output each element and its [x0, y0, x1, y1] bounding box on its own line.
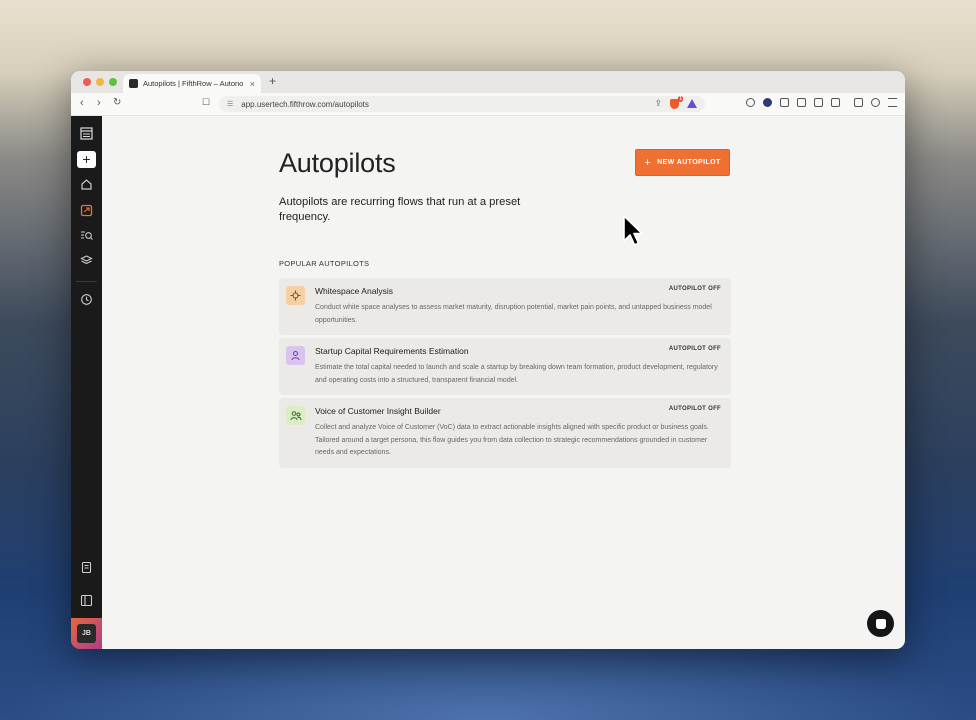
window-controls — [83, 78, 117, 86]
autopilot-status: AUTOPILOT OFF — [668, 346, 721, 352]
autopilot-status: AUTOPILOT OFF — [668, 286, 721, 292]
back-icon[interactable]: ‹ — [80, 97, 84, 109]
extension-icon[interactable] — [814, 98, 823, 107]
extension-icon[interactable] — [797, 98, 806, 107]
url-text: app.usertech.fifthrow.com/autopilots — [241, 99, 369, 109]
tab-title: Autopilots | FifthRow – Autono — [143, 79, 244, 88]
extension-icon[interactable] — [780, 98, 789, 107]
close-window-button[interactable] — [83, 78, 91, 86]
shield-badge: 1 — [678, 95, 683, 102]
people-icon — [286, 406, 305, 425]
target-icon — [286, 286, 305, 305]
browser-tab[interactable]: Autopilots | FifthRow – Autono × — [123, 74, 261, 93]
reload-icon[interactable]: ↻ — [113, 97, 121, 108]
extension-toolbar — [746, 98, 897, 107]
mouse-cursor-icon — [623, 215, 643, 246]
page-title: Autopilots — [279, 148, 396, 178]
maximize-window-button[interactable] — [109, 78, 117, 86]
home-icon[interactable] — [80, 178, 93, 191]
brave-rewards-icon[interactable] — [687, 99, 697, 108]
autopilot-card[interactable]: Startup Capital Requirements Estimation … — [279, 338, 731, 395]
browser-window: Autopilots | FifthRow – Autono × + ‹ › ↻… — [71, 71, 905, 649]
bookmark-icon[interactable]: ☐ — [202, 97, 210, 108]
tab-close-icon[interactable]: × — [250, 79, 255, 89]
extension-icon[interactable] — [746, 98, 755, 107]
plus-icon[interactable]: + — [77, 151, 96, 168]
autopilot-title: Voice of Customer Insight Builder — [315, 406, 441, 416]
autopilot-title: Startup Capital Requirements Estimation — [315, 346, 469, 356]
new-autopilot-label: NEW AUTOPILOT — [657, 159, 721, 166]
autopilot-status: AUTOPILOT OFF — [668, 406, 721, 412]
sidebar-divider — [76, 281, 97, 282]
autopilot-title: Whitespace Analysis — [315, 286, 393, 296]
clock-icon[interactable] — [80, 293, 93, 306]
share-icon[interactable]: ⇪ — [654, 98, 662, 109]
avatar-area: JB — [71, 618, 102, 649]
plus-icon: + — [644, 156, 652, 169]
search-list-icon[interactable] — [80, 229, 93, 242]
app-sidebar: + JB — [71, 116, 102, 649]
address-bar-row: ‹ › ↻ ☐ ☰ app.usertech.fifthrow.com/auto… — [71, 93, 905, 116]
autopilot-description: Collect and analyze Voice of Customer (V… — [315, 424, 709, 456]
new-tab-button[interactable]: + — [269, 74, 276, 88]
site-settings-icon[interactable]: ☰ — [227, 100, 233, 108]
layers-icon[interactable] — [80, 254, 93, 267]
extension-icon[interactable] — [763, 98, 772, 107]
favicon-icon — [129, 79, 138, 88]
leo-ai-icon[interactable] — [871, 98, 880, 107]
autopilot-card[interactable]: Whitespace Analysis AUTOPILOT OFF Conduc… — [279, 278, 731, 335]
forward-icon[interactable]: › — [97, 97, 101, 109]
main-content: Autopilots + NEW AUTOPILOT Autopilots ar… — [102, 116, 905, 649]
page-subtitle: Autopilots are recurring flows that run … — [279, 196, 521, 223]
menu-icon[interactable] — [888, 98, 897, 107]
autopilot-description: Estimate the total capital needed to lau… — [315, 364, 718, 384]
document-icon[interactable] — [80, 561, 93, 574]
autopilot-description: Conduct white space analyses to assess m… — [315, 304, 712, 324]
avatar[interactable]: JB — [77, 624, 96, 643]
minimize-window-button[interactable] — [96, 78, 104, 86]
chat-support-button[interactable] — [867, 610, 894, 637]
chat-icon — [875, 618, 886, 629]
url-field[interactable]: ☰ app.usertech.fifthrow.com/autopilots ⇪… — [219, 95, 705, 112]
person-icon — [286, 346, 305, 365]
autopilot-icon[interactable] — [80, 204, 93, 217]
brave-shield-icon[interactable]: 1 — [670, 95, 683, 109]
tab-strip: Autopilots | FifthRow – Autono × + — [71, 71, 905, 93]
extension-icon[interactable] — [831, 98, 840, 107]
panel-icon[interactable] — [80, 594, 93, 607]
sidebar-toggle-icon[interactable] — [854, 98, 863, 107]
menu-icon[interactable] — [80, 127, 93, 140]
autopilot-card[interactable]: Voice of Customer Insight Builder AUTOPI… — [279, 398, 731, 468]
section-heading: POPULAR AUTOPILOTS — [279, 259, 370, 268]
new-autopilot-button[interactable]: + NEW AUTOPILOT — [635, 149, 730, 176]
